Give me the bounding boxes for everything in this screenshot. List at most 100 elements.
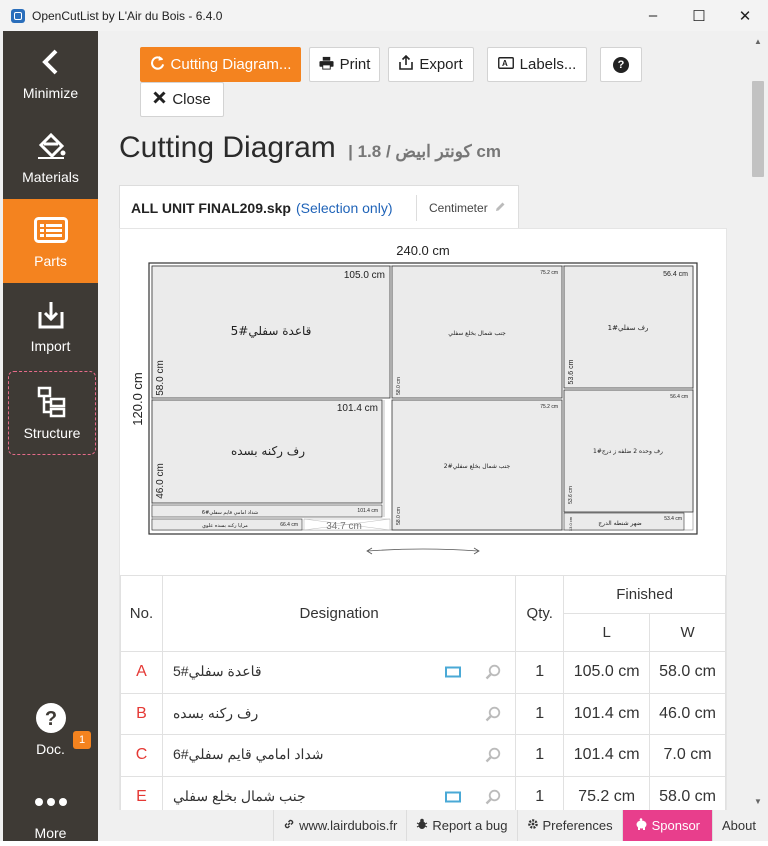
svg-text:101.4 cm: 101.4 cm xyxy=(337,403,378,414)
website-link[interactable]: www.lairdubois.fr xyxy=(273,810,406,841)
table-row[interactable]: B رف ركنه بسده 1 101.4 cm 46.0 cm xyxy=(120,692,726,735)
svg-text:مرايا ركنه بسده علوي: مرايا ركنه بسده علوي xyxy=(202,523,248,529)
scrollbar-thumb[interactable] xyxy=(752,81,764,177)
page-subtitle: | 1.8 / كونتر ابيض cm xyxy=(348,142,501,161)
row-length: 101.4 cm xyxy=(563,692,651,735)
svg-text:53.4 cm: 53.4 cm xyxy=(664,516,682,522)
close-button[interactable]: Close xyxy=(140,82,224,117)
diagram-part[interactable]: رف وحده 2 ضلفه ز درج#1 56.4 cm 53.6 cm xyxy=(563,389,694,513)
diagram-part[interactable]: رف ركنه بسده 101.4 cm 46.0 cm xyxy=(151,399,383,504)
help-icon: ? xyxy=(613,56,629,73)
window-title: OpenCutList by L'Air du Bois - 6.4.0 xyxy=(32,8,223,23)
svg-text:53.6 cm: 53.6 cm xyxy=(568,486,574,504)
diagram-part[interactable]: جنب شمال بخلع سفلي 75.2 cm 58.0 cm xyxy=(391,265,563,399)
import-icon xyxy=(34,298,68,332)
diagram-part[interactable]: مرايا ركنه بسده علوي 66.4 cm xyxy=(151,518,303,531)
svg-text:?: ? xyxy=(44,708,56,730)
sidebar-item-structure[interactable]: Structure xyxy=(8,371,96,455)
row-width: 7.0 cm xyxy=(649,734,726,777)
row-qty: 1 xyxy=(515,775,565,810)
sidebar-item-label: Structure xyxy=(23,425,81,441)
magnifier-icon[interactable] xyxy=(485,664,501,680)
labels-button[interactable]: A Labels... xyxy=(487,47,587,82)
row-qty: 1 xyxy=(515,734,565,777)
sidebar-item-label: Doc. xyxy=(36,741,65,757)
row-qty: 1 xyxy=(515,651,565,694)
diagram-part[interactable]: شداد امامي قايم سفلي#6 101.4 cm xyxy=(151,504,383,518)
magnifier-icon[interactable] xyxy=(485,706,501,722)
export-button[interactable]: Export xyxy=(388,47,474,82)
diagram-part[interactable]: قاعدة سفلي#5 105.0 cm 58.0 cm xyxy=(151,265,391,399)
col-width: W xyxy=(649,613,726,652)
svg-text:66.4 cm: 66.4 cm xyxy=(280,522,298,528)
sidebar-item-import[interactable]: Import xyxy=(3,284,98,368)
table-row[interactable]: C شداد امامي قايم سفلي#6 1 101.4 cm 7.0 cm xyxy=(120,734,726,777)
svg-text:75.2 cm: 75.2 cm xyxy=(540,404,558,410)
label-icon: A xyxy=(497,56,514,73)
sidebar-item-label: Import xyxy=(30,338,71,354)
question-icon: ? xyxy=(34,701,68,735)
svg-text:رف سفلي#1: رف سفلي#1 xyxy=(608,324,649,332)
print-button[interactable]: Print xyxy=(309,47,380,82)
row-id: E xyxy=(120,775,163,810)
maximize-window-button[interactable]: ☐ xyxy=(676,0,722,31)
table-row[interactable]: A قاعدة سفلي#5 1 105.0 cm 58.0 cm xyxy=(120,651,726,694)
file-tab[interactable]: ALL UNIT FINAL209.skp (Selection only) C… xyxy=(119,185,519,229)
magnifier-icon[interactable] xyxy=(485,789,501,805)
diagram-part[interactable]: رف سفلي#1 56.4 cm 53.6 cm xyxy=(563,265,694,389)
cutting-diagram-button[interactable]: Cutting Diagram... xyxy=(140,47,301,82)
edge-banding-icon xyxy=(444,791,461,802)
edge-banding-icon xyxy=(444,666,461,678)
svg-text:56.4 cm: 56.4 cm xyxy=(663,271,688,278)
row-length: 75.2 cm xyxy=(563,775,651,810)
diagram-part[interactable]: جنب شمال بخلع سفلي#2 75.2 cm 58.0 cm xyxy=(391,399,563,531)
report-bug-link[interactable]: Report a bug xyxy=(406,810,516,841)
sidebar: Minimize Materials Parts Import Structur… xyxy=(3,31,98,841)
sidebar-item-label: Parts xyxy=(34,253,67,269)
part-name: شداد امامي قايم سفلي#6 xyxy=(172,746,324,763)
row-length: 101.4 cm xyxy=(563,734,651,777)
svg-text:رف ركنه بسده: رف ركنه بسده xyxy=(231,444,305,459)
chevron-left-icon xyxy=(34,45,68,79)
sponsor-button[interactable]: Sponsor xyxy=(621,810,713,841)
trim-label: 34.7 cm xyxy=(326,521,362,532)
svg-text:جنب شمال بخلع سفلي: جنب شمال بخلع سفلي xyxy=(448,330,506,337)
scroll-up-icon[interactable]: ▲ xyxy=(754,37,762,46)
sheet-width-label: 240.0 cm xyxy=(396,243,449,258)
row-designation: قاعدة سفلي#5 xyxy=(161,651,517,694)
refresh-icon xyxy=(150,55,165,74)
magnifier-icon[interactable] xyxy=(485,747,501,763)
about-link[interactable]: About xyxy=(712,810,768,841)
scroll-down-icon[interactable]: ▼ xyxy=(754,797,762,806)
preferences-link[interactable]: Preferences xyxy=(516,810,622,841)
row-qty: 1 xyxy=(515,692,565,735)
svg-text:75.2 cm: 75.2 cm xyxy=(540,270,558,276)
link-icon xyxy=(283,818,295,833)
sidebar-item-label: Materials xyxy=(22,169,79,185)
svg-text:58.0 cm: 58.0 cm xyxy=(396,507,402,525)
col-no: No. xyxy=(120,575,163,652)
diagram-part[interactable]: ضهر شنطه الدرج 53.4 cm 13.0 cm xyxy=(563,512,685,531)
export-icon xyxy=(399,54,414,74)
svg-text:A: A xyxy=(502,59,508,68)
help-button[interactable]: ? xyxy=(600,47,642,82)
part-name: جنب شمال بخلع سفلي xyxy=(172,787,306,804)
sidebar-item-doc[interactable]: ? Doc. xyxy=(3,687,98,771)
sidebar-item-parts[interactable]: Parts xyxy=(3,199,98,283)
col-finished: Finished xyxy=(563,575,726,614)
close-window-button[interactable]: ✕ xyxy=(722,0,768,31)
table-row[interactable]: E جنب شمال بخلع سفلي 1 75.2 cm 58.0 cm xyxy=(120,775,726,810)
unit-selector[interactable]: Centimeter xyxy=(416,195,506,221)
close-icon xyxy=(153,91,166,108)
file-name: ALL UNIT FINAL209.skp xyxy=(131,199,291,216)
vertical-scrollbar[interactable]: ▲ ▼ xyxy=(750,31,765,810)
svg-text:53.6 cm: 53.6 cm xyxy=(568,359,575,384)
selection-link[interactable]: (Selection only) xyxy=(296,200,393,216)
sidebar-item-materials[interactable]: Materials xyxy=(3,115,98,199)
svg-text:105.0 cm: 105.0 cm xyxy=(344,270,385,281)
sidebar-item-minimize[interactable]: Minimize xyxy=(3,31,98,115)
row-width: 58.0 cm xyxy=(649,775,726,810)
sidebar-item-more[interactable]: More xyxy=(3,771,98,846)
minimize-window-button[interactable]: – xyxy=(630,0,676,31)
ellipsis-icon xyxy=(34,785,68,819)
